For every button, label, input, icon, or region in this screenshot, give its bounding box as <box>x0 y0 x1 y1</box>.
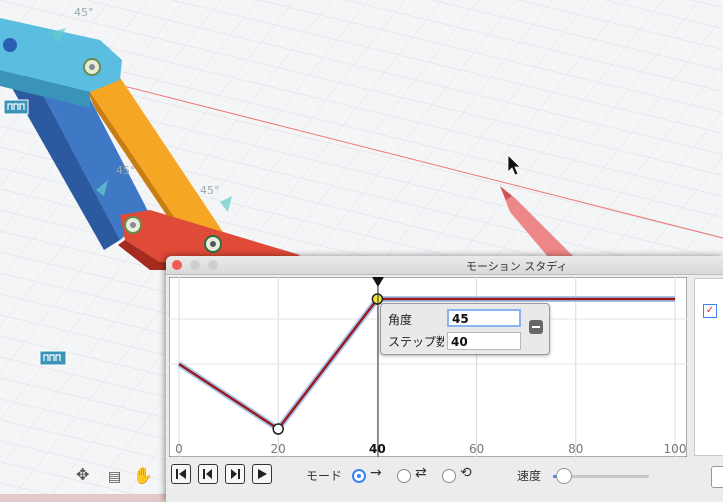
x-tick-label: 100 <box>664 442 687 456</box>
loop-icon: ⟲ <box>460 465 472 481</box>
motion-study-panel: モーション スタディ 0 20 40 60 80 100 ✓ <box>166 256 723 502</box>
x-tick-label: 20 <box>271 442 286 456</box>
minimize-button[interactable] <box>190 260 200 270</box>
remove-keyframe-button[interactable] <box>529 320 543 334</box>
reciprocate-icon: ⇄ <box>415 465 427 481</box>
step-input[interactable]: 40 <box>447 332 521 350</box>
svg-text:✋: ✋ <box>133 466 153 485</box>
step-checkbox[interactable]: ✓ <box>703 304 717 318</box>
mode-reciprocate-radio[interactable] <box>397 469 411 483</box>
close-button[interactable] <box>172 260 182 270</box>
x-tick-label: 0 <box>175 442 183 456</box>
svg-text:45°: 45° <box>200 184 220 197</box>
speed-label: 速度 <box>517 469 542 483</box>
go-to-start-button[interactable] <box>171 464 191 484</box>
x-tick-label: 60 <box>469 442 484 456</box>
svg-text:▤: ▤ <box>108 469 121 485</box>
panel-titlebar[interactable]: モーション スタディ <box>166 256 723 275</box>
panel-title: モーション スタディ <box>466 260 568 273</box>
svg-text:45°: 45° <box>74 6 94 19</box>
mode-loop-radio[interactable] <box>442 469 456 483</box>
keyframe-editor-popup: 角度 45 ステップ数 40 <box>380 303 550 355</box>
play-button[interactable] <box>252 464 272 484</box>
angle-input[interactable]: 45 <box>447 309 521 327</box>
step-list[interactable]: ✓ <box>694 278 723 456</box>
keyframe-point[interactable] <box>272 423 284 435</box>
step-label: ステップ数 <box>388 335 444 349</box>
svg-text:45°: 45° <box>116 164 136 177</box>
joint-marker-icon[interactable] <box>3 99 29 115</box>
panel-option-button[interactable] <box>711 466 723 488</box>
mode-label: モード <box>306 469 343 483</box>
speed-slider-thumb[interactable] <box>556 468 572 484</box>
mode-one-way-radio[interactable] <box>352 469 366 483</box>
maximize-button[interactable] <box>208 260 218 270</box>
step-back-button[interactable] <box>198 464 218 484</box>
joint-marker-icon[interactable] <box>39 350 67 366</box>
svg-text:✥: ✥ <box>76 465 89 484</box>
angle-label: 角度 <box>388 313 413 327</box>
step-forward-button[interactable] <box>225 464 245 484</box>
x-tick-label: 80 <box>568 442 583 456</box>
x-tick-label: 40 <box>369 442 386 456</box>
one-way-arrow-icon: → <box>370 465 382 481</box>
keyframe-point[interactable] <box>371 293 384 305</box>
